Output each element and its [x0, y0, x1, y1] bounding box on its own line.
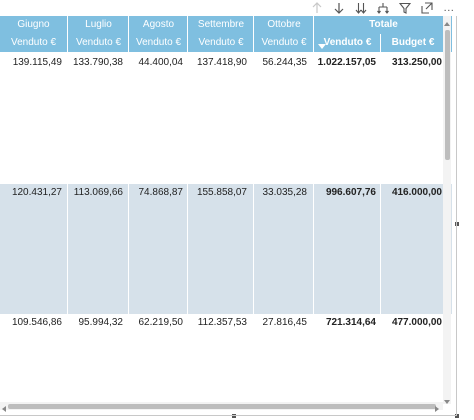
- cell-settembre: 137.418,90: [196, 57, 247, 68]
- month-header-ottobre[interactable]: Ottobre: [253, 16, 314, 34]
- month-header-giugno[interactable]: Giugno: [0, 16, 67, 34]
- month-header-luglio[interactable]: Luglio: [67, 16, 129, 34]
- cell-luglio: 95.994,32: [78, 317, 124, 328]
- month-header-settembre[interactable]: Settembre: [187, 16, 254, 34]
- measure-header-agosto[interactable]: Venduto €: [128, 34, 188, 52]
- cell-agosto: 62.219,50: [138, 317, 184, 328]
- horizontal-scrollbar-thumb[interactable]: [8, 404, 436, 409]
- cell-ottobre: 56.244,35: [262, 57, 308, 68]
- measure-header-giugno[interactable]: Venduto €: [0, 34, 67, 52]
- cell-ottobre: 33.035,28: [262, 187, 308, 198]
- more-options-label: ...: [443, 2, 455, 14]
- cell-settembre: 155.858,07: [196, 187, 247, 198]
- scroll-left-icon[interactable]: [0, 401, 8, 412]
- cell-ottobre: 27.816,45: [262, 317, 308, 328]
- table-row[interactable]: 109.546,86 95.994,32 62.219,50 112.357,5…: [0, 314, 452, 332]
- frame-border-bottom: [0, 415, 457, 416]
- cell-total-budget: 416.000,00: [391, 187, 442, 198]
- cell-total-venduto: 1.022.157,05: [317, 57, 376, 68]
- cell-total-venduto: 996.607,76: [325, 187, 376, 198]
- arrow-down-icon[interactable]: [328, 0, 350, 16]
- scroll-down-icon[interactable]: [442, 394, 452, 404]
- measure-header-row: Venduto € Venduto € Venduto € Venduto € …: [0, 34, 452, 52]
- month-header-agosto[interactable]: Agosto: [128, 16, 188, 34]
- measure-header-total-venduto[interactable]: Venduto €: [313, 34, 381, 52]
- scroll-up-icon[interactable]: [442, 16, 452, 26]
- filter-icon[interactable]: [394, 0, 416, 16]
- table-row[interactable]: 120.431,27 113.069,66 74.868,87 155.858,…: [0, 184, 452, 202]
- cell-giugno: 120.431,27: [11, 187, 62, 198]
- vertical-scrollbar-thumb[interactable]: [445, 30, 450, 160]
- expand-hierarchy-icon[interactable]: [372, 0, 394, 16]
- table-row[interactable]: 139.115,49 133.790,38 44.400,04 137.418,…: [0, 54, 452, 72]
- cell-agosto: 74.868,87: [138, 187, 184, 198]
- total-header[interactable]: Totale: [313, 16, 452, 34]
- cell-total-budget: 477.000,00: [391, 317, 442, 328]
- visual-toolbar: ...: [306, 0, 460, 16]
- more-options-icon[interactable]: ...: [438, 0, 460, 16]
- measure-header-luglio[interactable]: Venduto €: [67, 34, 129, 52]
- cell-agosto: 44.400,04: [138, 57, 184, 68]
- arrow-up-icon[interactable]: [306, 0, 328, 16]
- month-header-row: Giugno Luglio Agosto Settembre Ottobre T…: [0, 16, 452, 34]
- cell-settembre: 112.357,53: [197, 317, 247, 328]
- measure-header-total-budget[interactable]: Budget €: [380, 34, 445, 52]
- matrix-table: Giugno Luglio Agosto Settembre Ottobre T…: [0, 16, 452, 402]
- focus-mode-icon[interactable]: [416, 0, 438, 16]
- cell-total-budget: 313.250,00: [391, 57, 442, 68]
- cell-giugno: 109.546,86: [11, 317, 62, 328]
- measure-header-settembre[interactable]: Venduto €: [187, 34, 254, 52]
- cell-giugno: 139.115,49: [12, 57, 62, 68]
- sort-descending-icon: [318, 44, 326, 49]
- cell-total-venduto: 721.314,64: [325, 317, 376, 328]
- double-arrow-down-icon[interactable]: [350, 0, 372, 16]
- frame-border-right: [456, 16, 457, 416]
- cell-luglio: 133.790,38: [72, 57, 123, 68]
- measure-header-ottobre[interactable]: Venduto €: [253, 34, 314, 52]
- scroll-right-icon[interactable]: [433, 401, 441, 412]
- cell-luglio: 113.069,66: [73, 187, 123, 198]
